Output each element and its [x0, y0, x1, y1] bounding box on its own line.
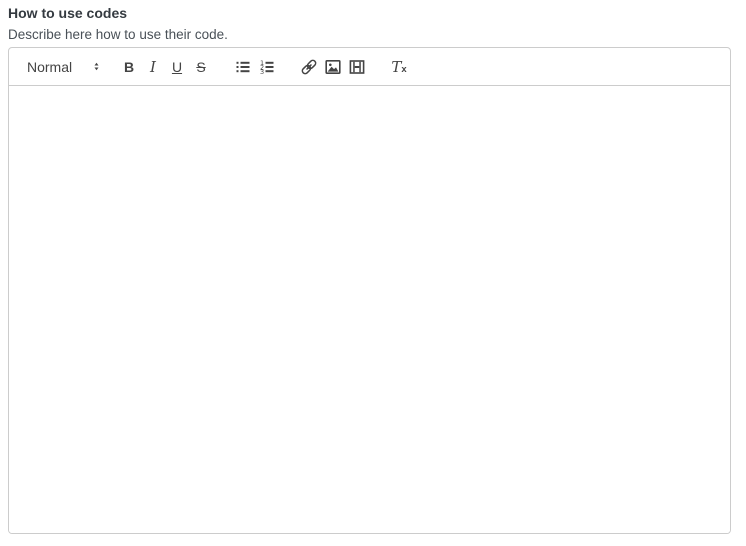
- format-picker-label: Normal: [27, 58, 73, 75]
- video-icon: [348, 58, 366, 76]
- rich-text-editor: Normal B I U S 1 2 3 T x: [8, 47, 731, 534]
- bold-button[interactable]: B: [117, 55, 141, 79]
- link-icon: [300, 58, 318, 76]
- clean-group: T x: [387, 55, 411, 79]
- field-label: How to use codes: [8, 5, 128, 21]
- video-button[interactable]: [345, 55, 369, 79]
- form-section: How to use codes Describe here how to us…: [0, 0, 746, 534]
- underline-icon: U: [171, 58, 183, 75]
- clean-format-icon: T x: [391, 57, 407, 76]
- image-button[interactable]: [321, 55, 345, 79]
- svg-text:3: 3: [260, 68, 264, 76]
- format-picker[interactable]: Normal: [19, 55, 105, 79]
- image-icon: [324, 58, 342, 76]
- bold-icon: B: [123, 58, 135, 75]
- clean-format-button[interactable]: T x: [387, 55, 411, 79]
- underline-button[interactable]: U: [165, 55, 189, 79]
- bullet-list-button[interactable]: [231, 55, 255, 79]
- ordered-list-button[interactable]: 1 2 3: [255, 55, 279, 79]
- list-ordered-icon: 1 2 3: [258, 58, 276, 76]
- strikethrough-button[interactable]: S: [189, 55, 213, 79]
- insert-group: [297, 55, 369, 79]
- chevron-up-down-icon: [90, 60, 103, 73]
- editor-content[interactable]: [9, 86, 730, 533]
- italic-button[interactable]: I: [141, 55, 165, 79]
- link-button[interactable]: [297, 55, 321, 79]
- list-bullet-icon: [234, 58, 252, 76]
- list-format-group: 1 2 3: [231, 55, 279, 79]
- strikethrough-icon: S: [196, 58, 206, 75]
- editor-toolbar: Normal B I U S 1 2 3 T x: [9, 48, 730, 86]
- inline-format-group: B I U S: [117, 55, 213, 79]
- field-description: Describe here how to use their code.: [8, 27, 228, 42]
- italic-icon: I: [150, 57, 156, 76]
